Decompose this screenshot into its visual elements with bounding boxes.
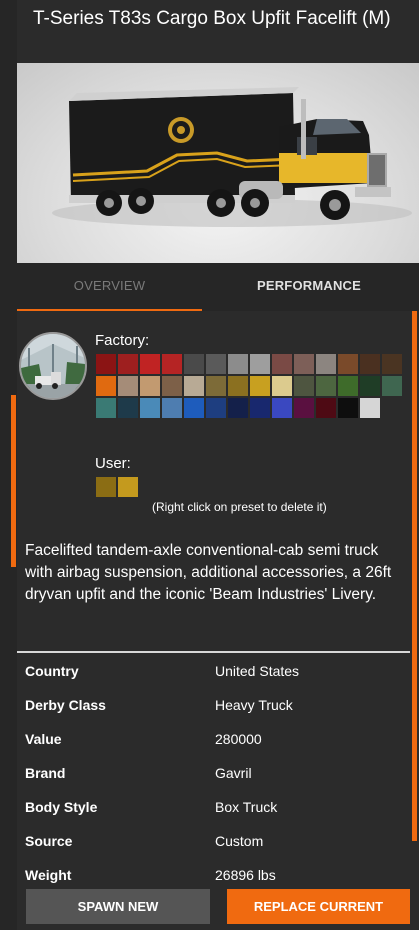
vehicle-title: T-Series T83s Cargo Box Upfit Facelift (… bbox=[33, 8, 391, 29]
spec-row-country: Country United States bbox=[25, 654, 405, 688]
tab-overview[interactable]: OVERVIEW bbox=[17, 263, 202, 311]
user-paints-label: User: bbox=[95, 455, 131, 472]
factory-paint-swatch[interactable] bbox=[228, 376, 248, 396]
spec-key: Brand bbox=[25, 765, 66, 781]
factory-paint-swatch[interactable] bbox=[294, 398, 314, 418]
showroom-thumbnail-icon bbox=[21, 334, 85, 398]
truck-illustration bbox=[52, 87, 412, 227]
factory-paint-swatch[interactable] bbox=[338, 354, 358, 374]
factory-paint-swatch[interactable] bbox=[184, 398, 204, 418]
factory-paint-swatch[interactable] bbox=[294, 376, 314, 396]
tab-bar: OVERVIEW PERFORMANCE bbox=[17, 263, 419, 311]
spec-value: United States bbox=[215, 663, 300, 679]
scroll-indicator-left bbox=[11, 395, 16, 567]
overview-content: Factory: User: (Right click on preset to… bbox=[17, 311, 419, 930]
spec-row-source: Source Custom bbox=[25, 824, 405, 858]
spec-value: Custom bbox=[215, 833, 264, 849]
spec-value: Gavril bbox=[215, 765, 252, 781]
factory-paint-swatch[interactable] bbox=[206, 376, 226, 396]
factory-paint-swatch[interactable] bbox=[250, 398, 270, 418]
tab-performance[interactable]: PERFORMANCE bbox=[209, 263, 409, 311]
factory-paint-swatch[interactable] bbox=[316, 354, 336, 374]
factory-paint-swatch[interactable] bbox=[96, 376, 116, 396]
factory-paint-swatch[interactable] bbox=[228, 354, 248, 374]
divider bbox=[17, 651, 410, 653]
spec-row-body-style: Body Style Box Truck bbox=[25, 790, 405, 824]
delete-preset-hint: (Right click on preset to delete it) bbox=[152, 500, 327, 514]
user-paint-swatch[interactable] bbox=[118, 477, 138, 497]
factory-paint-swatch[interactable] bbox=[206, 398, 226, 418]
action-bar: SPAWN NEW REPLACE CURRENT bbox=[17, 883, 419, 930]
spec-key: Derby Class bbox=[25, 697, 106, 713]
factory-paint-swatch[interactable] bbox=[96, 354, 116, 374]
factory-paint-swatch[interactable] bbox=[382, 354, 402, 374]
spec-value: Heavy Truck bbox=[215, 697, 293, 713]
spec-value: 280000 bbox=[215, 731, 262, 747]
spec-value: Box Truck bbox=[215, 799, 278, 815]
factory-paint-swatch[interactable] bbox=[360, 398, 380, 418]
factory-paint-swatch[interactable] bbox=[382, 376, 402, 396]
spec-row-derby-class: Derby Class Heavy Truck bbox=[25, 688, 405, 722]
factory-paint-swatches bbox=[96, 354, 416, 418]
vehicle-details-panel: T-Series T83s Cargo Box Upfit Facelift (… bbox=[17, 0, 419, 930]
factory-paint-swatch[interactable] bbox=[316, 376, 336, 396]
factory-paint-swatch[interactable] bbox=[96, 398, 116, 418]
spec-key: Source bbox=[25, 833, 73, 849]
factory-paint-swatch[interactable] bbox=[118, 376, 138, 396]
config-thumbnail bbox=[19, 332, 87, 400]
spec-key: Country bbox=[25, 663, 79, 679]
factory-paint-swatch[interactable] bbox=[118, 354, 138, 374]
spec-key: Body Style bbox=[25, 799, 98, 815]
user-paint-swatches bbox=[96, 477, 416, 497]
factory-paint-swatch[interactable] bbox=[360, 376, 380, 396]
factory-paint-swatch[interactable] bbox=[360, 354, 380, 374]
factory-paint-swatch[interactable] bbox=[228, 398, 248, 418]
factory-paint-swatch[interactable] bbox=[206, 354, 226, 374]
spec-key: Value bbox=[25, 731, 62, 747]
factory-paint-swatch[interactable] bbox=[250, 354, 270, 374]
factory-paint-swatch[interactable] bbox=[250, 376, 270, 396]
vehicle-specs-table: Country United States Derby Class Heavy … bbox=[25, 654, 405, 892]
factory-paint-swatch[interactable] bbox=[272, 376, 292, 396]
vehicle-description: Facelifted tandem-axle conventional-cab … bbox=[25, 542, 392, 603]
factory-paint-swatch[interactable] bbox=[118, 398, 138, 418]
spec-row-brand: Brand Gavril bbox=[25, 756, 405, 790]
factory-paint-swatch[interactable] bbox=[140, 376, 160, 396]
factory-paints-label: Factory: bbox=[95, 332, 150, 349]
user-paint-swatch[interactable] bbox=[96, 477, 116, 497]
factory-paint-swatch[interactable] bbox=[162, 398, 182, 418]
factory-paint-swatch[interactable] bbox=[184, 376, 204, 396]
replace-current-button[interactable]: REPLACE CURRENT bbox=[227, 889, 410, 924]
factory-paint-swatch[interactable] bbox=[338, 376, 358, 396]
factory-paint-swatch[interactable] bbox=[162, 354, 182, 374]
factory-paint-swatch[interactable] bbox=[316, 398, 336, 418]
factory-paint-swatch[interactable] bbox=[294, 354, 314, 374]
spec-row-value: Value 280000 bbox=[25, 722, 405, 756]
factory-paint-swatch[interactable] bbox=[162, 376, 182, 396]
factory-paint-swatch[interactable] bbox=[338, 398, 358, 418]
vehicle-preview-image bbox=[17, 63, 419, 263]
factory-paint-swatch[interactable] bbox=[140, 398, 160, 418]
spawn-new-button[interactable]: SPAWN NEW bbox=[26, 889, 210, 924]
factory-paint-swatch[interactable] bbox=[184, 354, 204, 374]
factory-paint-swatch[interactable] bbox=[140, 354, 160, 374]
factory-paint-swatch[interactable] bbox=[272, 398, 292, 418]
factory-paint-swatch[interactable] bbox=[272, 354, 292, 374]
